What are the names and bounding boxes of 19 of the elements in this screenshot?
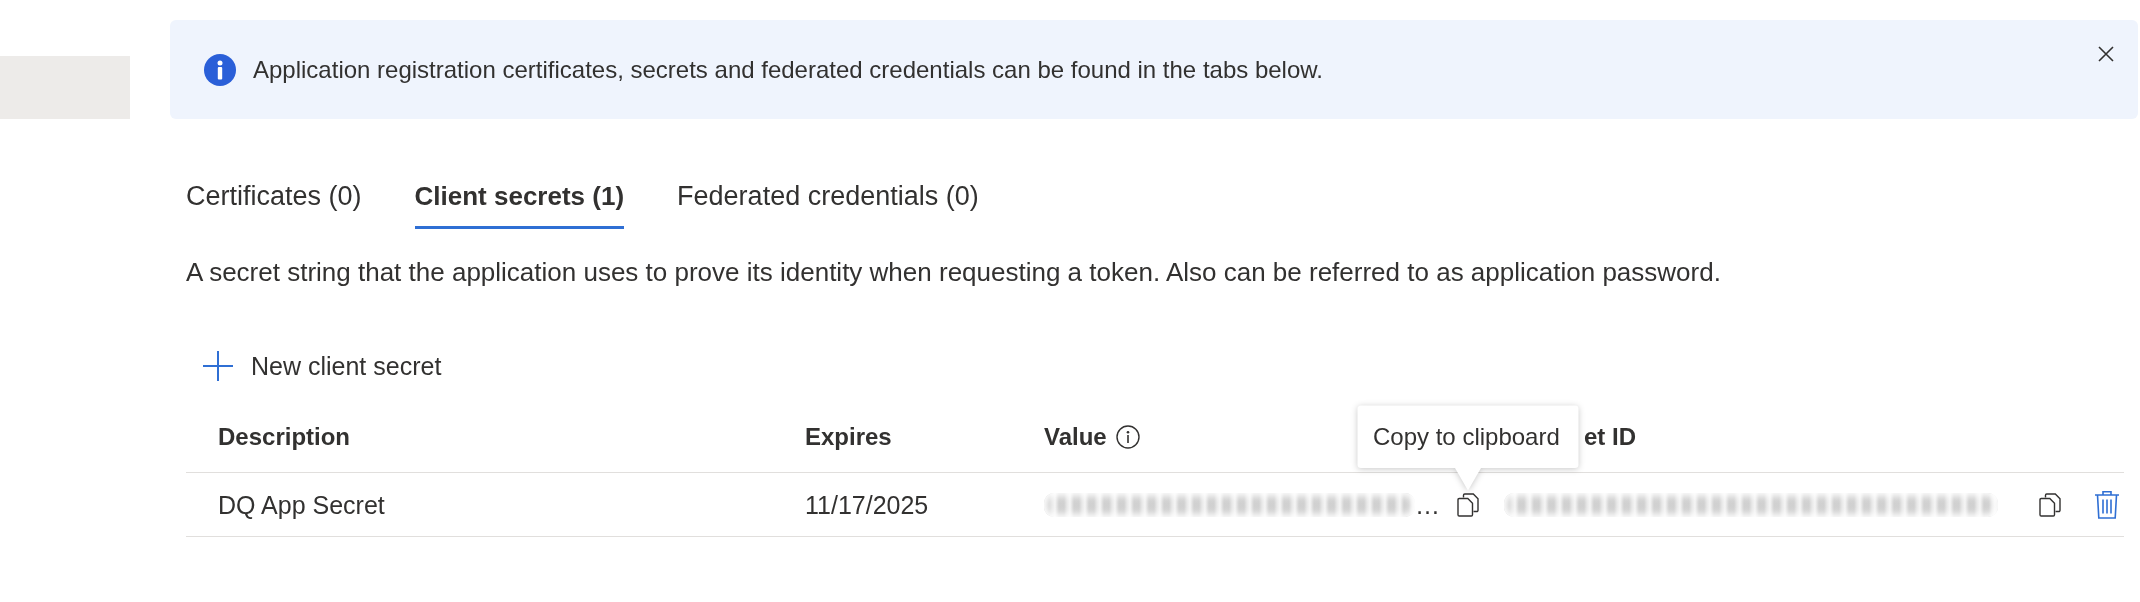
banner-message: Application registration certificates, secrets and federated credentials can be found in the tabs below. [253, 54, 1323, 85]
close-icon[interactable] [2098, 46, 2114, 62]
truncation-ellipsis: … [1415, 489, 1440, 521]
tab[interactable]: Federated credentials (0) [677, 178, 979, 229]
copy-icon[interactable] [2039, 492, 2061, 517]
plus-icon [203, 351, 233, 381]
table-cell-text: 11/17/2025 [805, 489, 930, 521]
tab[interactable]: Client secrets (1) [414, 178, 625, 229]
column-header: Description [218, 421, 351, 452]
trash-icon[interactable] [2094, 489, 2120, 520]
table-cell-text: DQ App Secret [218, 489, 386, 521]
description-text: A secret string that the application uses to prove its identity when requesting a token. Also can be referred to as application password. [186, 256, 1722, 289]
tab[interactable]: Certificates (0) [186, 178, 362, 229]
column-header: et ID [1584, 421, 1636, 452]
info-icon [204, 53, 236, 86]
copy-icon[interactable] [1457, 492, 1479, 517]
column-header: Value [1044, 421, 1107, 452]
column-header: Expires [805, 421, 892, 452]
new-client-secret-button[interactable]: New client secret [186, 344, 442, 388]
